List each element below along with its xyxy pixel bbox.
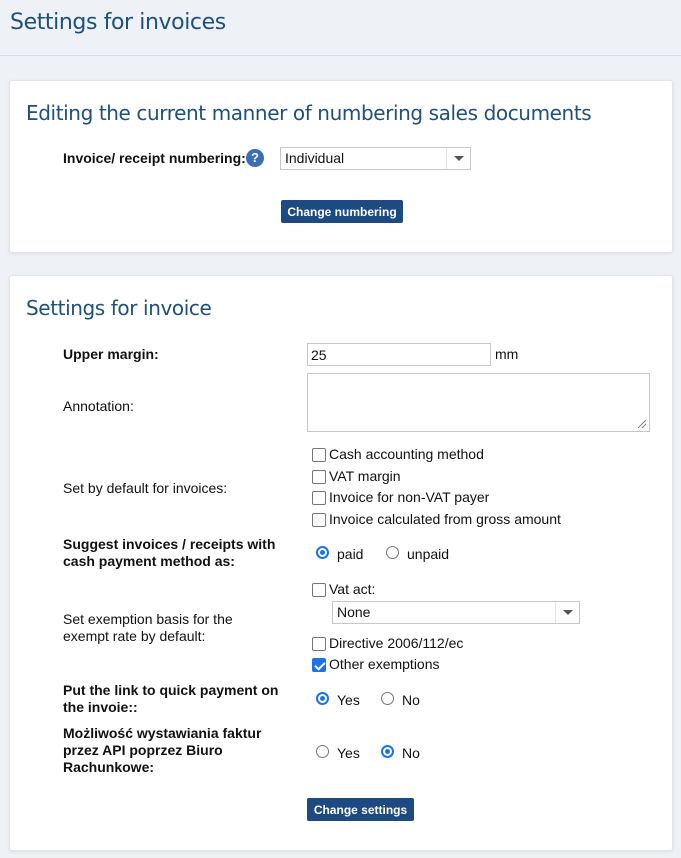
unpaid-radio[interactable] — [386, 546, 399, 559]
quick-payment-label: Put the link to quick payment on the inv… — [63, 682, 279, 715]
directive-label[interactable]: Directive 2006/112/ec — [329, 635, 463, 652]
unpaid-label[interactable]: unpaid — [407, 546, 449, 563]
non-vat-payer-label[interactable]: Invoice for non-VAT payer — [329, 489, 489, 506]
paid-radio[interactable] — [316, 546, 329, 559]
quick-payment-no-label[interactable]: No — [402, 692, 420, 709]
api-yes-label[interactable]: Yes — [337, 745, 360, 762]
paid-label[interactable]: paid — [337, 546, 363, 563]
chevron-down-icon — [446, 148, 470, 169]
numbering-panel-title: Editing the current manner of numbering … — [26, 101, 592, 125]
annotation-label: Annotation: — [63, 398, 134, 414]
api-label: Możliwość wystawiania faktur przez API p… — [63, 725, 262, 775]
help-icon[interactable]: ? — [246, 149, 264, 167]
other-exemptions-label[interactable]: Other exemptions — [329, 656, 440, 673]
vat-margin-label[interactable]: VAT margin — [329, 468, 401, 485]
upper-margin-input[interactable] — [307, 343, 491, 366]
cash-accounting-checkbox[interactable] — [312, 448, 326, 462]
api-no-radio[interactable] — [381, 745, 394, 758]
change-numbering-button[interactable]: Change numbering — [281, 200, 403, 223]
non-vat-payer-checkbox[interactable] — [312, 491, 326, 505]
api-yes-radio[interactable] — [316, 745, 329, 758]
numbering-panel: Editing the current manner of numbering … — [9, 80, 673, 253]
vat-margin-checkbox[interactable] — [312, 470, 326, 484]
cash-payment-label: Suggest invoices / receipts with cash pa… — [63, 536, 276, 569]
directive-checkbox[interactable] — [312, 637, 326, 651]
vat-act-checkbox[interactable] — [312, 583, 326, 597]
upper-margin-unit: mm — [495, 346, 519, 362]
change-settings-button[interactable]: Change settings — [307, 798, 414, 821]
exemption-label: Set exemption basis for the exempt rate … — [63, 611, 233, 644]
defaults-label: Set by default for invoices: — [63, 480, 228, 496]
page-title: Settings for invoices — [0, 0, 681, 56]
invoice-panel-title: Settings for invoice — [26, 296, 212, 320]
invoice-settings-panel: Settings for invoice Upper margin: mm An… — [9, 275, 673, 851]
vat-act-select[interactable]: None — [332, 601, 580, 624]
vat-act-label[interactable]: Vat act: — [329, 581, 375, 598]
upper-margin-label: Upper margin: — [63, 346, 159, 362]
resize-handle-icon[interactable] — [638, 420, 646, 428]
gross-amount-checkbox[interactable] — [312, 513, 326, 527]
numbering-select-value: Individual — [285, 150, 345, 166]
quick-payment-yes-label[interactable]: Yes — [337, 692, 360, 709]
api-no-label[interactable]: No — [402, 745, 420, 762]
quick-payment-yes-radio[interactable] — [316, 692, 329, 705]
numbering-select[interactable]: Individual — [280, 147, 471, 170]
quick-payment-no-radio[interactable] — [381, 692, 394, 705]
vat-act-select-value: None — [337, 604, 371, 620]
gross-amount-label[interactable]: Invoice calculated from gross amount — [329, 511, 561, 528]
chevron-down-icon — [555, 602, 579, 623]
numbering-label: Invoice/ receipt numbering: — [63, 150, 246, 166]
other-exemptions-checkbox[interactable] — [312, 658, 326, 672]
cash-accounting-label[interactable]: Cash accounting method — [329, 446, 484, 463]
annotation-textarea[interactable] — [307, 373, 650, 432]
